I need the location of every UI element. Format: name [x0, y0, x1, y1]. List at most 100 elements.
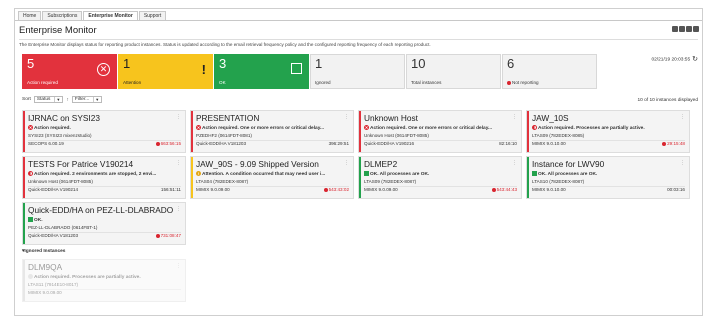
status-color-bar — [359, 111, 361, 152]
refresh-icon[interactable]: ↻ — [692, 56, 698, 63]
instance-name: DLM9QA — [28, 262, 63, 272]
summary-label-text: Attention — [123, 80, 142, 85]
instance-card[interactable]: ⋮ DLMEP2 OK. All processes are OK. LTAS09 (… — [358, 156, 522, 199]
instance-status-text: Action required. One or more errors or c… — [370, 125, 493, 131]
instance-card[interactable]: ⋮ JAW_90S - 9.09 Shipped Version! Attentio… — [190, 156, 354, 199]
summary-label-text: Action required — [27, 80, 58, 85]
red-dot-icon — [507, 80, 511, 85]
instance-card[interactable]: ⋮ DLM9QA Action required. Processes are pa… — [22, 259, 186, 302]
instance-host: Unknown Host (0614FDT-8085) — [364, 133, 429, 138]
elapsed-time: 396:29:51 — [329, 141, 349, 146]
elapsed-time: 29:15:48 — [662, 141, 685, 146]
not-reporting-icon — [662, 141, 667, 146]
instance-status: Action required. 2 environments are stop… — [28, 171, 183, 177]
filter-select-value: Filter... — [74, 97, 90, 102]
instance-status: Action required. Processes are partially… — [532, 125, 687, 131]
tab-support[interactable]: Support — [138, 11, 167, 20]
instance-name: Quick-EDD/HA on PEZ-LL-DLABRADO — [28, 205, 174, 215]
square-icon — [291, 63, 302, 74]
summary-label: Total instances — [411, 80, 441, 85]
warning-icon: ! — [196, 171, 201, 176]
instance-card[interactable]: ⋮ IJRNAC on SYSI23 ✕ Action required. SYSI23… — [22, 110, 186, 153]
ok-status-icon — [364, 171, 369, 176]
summary-label: Ignored — [315, 80, 331, 85]
instance-host: LTAS11 (7914E10-8017) — [28, 282, 79, 287]
inactive-status-icon — [28, 274, 33, 279]
summary-ok[interactable]: 3 OK — [214, 54, 309, 89]
instance-card[interactable]: ⋮ Unknown Host ✕ Action required. One or mo… — [358, 110, 522, 153]
instance-status: Action required. Processes are partially… — [28, 274, 183, 280]
instance-status: OK. All processes are OK. — [364, 171, 519, 177]
instance-version: MIMIX 9.0.10.00 — [532, 141, 566, 146]
partial-status-icon — [28, 171, 33, 176]
summary-ignored[interactable]: 1 Ignored — [310, 54, 405, 89]
instance-status: OK. — [28, 217, 183, 223]
app-frame: Home Subscriptions Enterprise Monitor Suppo… — [14, 8, 703, 316]
summary-label-text: Not reporting — [512, 80, 539, 85]
tab-enterprise-monitor[interactable]: Enterprise Monitor — [83, 11, 138, 20]
summary-not-reporting[interactable]: 6 Not reporting — [502, 54, 597, 89]
summary-action-required[interactable]: 5 Action required ✕ — [22, 54, 117, 89]
summary-label-text: Total instances — [411, 80, 442, 85]
instance-status: ! Attention. A condition occurred that ma… — [196, 171, 351, 177]
status-color-bar — [527, 111, 529, 152]
instance-card[interactable]: ⋮ Instance for LWV90 OK. All processes are… — [526, 156, 690, 199]
filter-select[interactable]: Filter... ▼ — [71, 96, 103, 103]
instance-name: IJRNAC on SYSI23 — [28, 113, 100, 123]
window-controls — [672, 26, 699, 32]
grid-view-icon[interactable] — [672, 26, 678, 32]
chevron-down-icon: ▼ — [93, 97, 100, 102]
instance-status-text: OK. All processes are OK. — [370, 171, 430, 177]
summary-total-instances[interactable]: 10 Total instances — [406, 54, 501, 89]
instance-status: OK. All processes are OK. — [532, 171, 687, 177]
instance-status-text: Attention. A condition occurred that may… — [202, 171, 326, 177]
page-description: The Enterprise Monitor displays status f… — [19, 42, 431, 47]
tab-home[interactable]: Home — [18, 11, 42, 20]
sort-direction-icon[interactable]: ↑ — [66, 97, 69, 103]
summary-count: 3 — [219, 56, 227, 71]
instance-version: Quick-EDD/HA V190214 — [28, 187, 79, 192]
tab-subscriptions[interactable]: Subscriptions — [42, 11, 83, 20]
summary-label-text: Ignored — [315, 80, 331, 85]
instance-status: ✕ Action required. One or more errors or … — [196, 125, 351, 131]
instance-card[interactable]: ⋮ PRESENTATION ✕ Action required. One or mo… — [190, 110, 354, 153]
elapsed-time-text: 00:03:16 — [667, 187, 685, 192]
elapsed-time: 663:56:15 — [155, 141, 181, 146]
summary-attention[interactable]: 1 Attention! — [118, 54, 213, 89]
elapsed-time: 543:44:43 — [491, 187, 517, 192]
elapsed-time-text: 543:43:02 — [328, 187, 349, 192]
instance-card[interactable]: ⋮ Quick-EDD/HA on PEZ-LL-DLABRADO OK. PEZ-L… — [22, 202, 186, 245]
list-view-icon[interactable] — [679, 26, 685, 32]
page-title: Enterprise Monitor — [19, 25, 97, 36]
summary-count: 6 — [507, 56, 515, 71]
elapsed-time: 543:43:02 — [323, 187, 349, 192]
instance-status: ✕ Action required. — [28, 125, 183, 131]
summary-bar: 5 Action required ✕ 1 Attention! 3 OK 1 Ignored 1… — [22, 54, 598, 89]
elapsed-time: 156:51:11 — [161, 187, 181, 192]
elapsed-time: 82:16:10 — [499, 141, 517, 146]
error-icon: ✕ — [28, 125, 33, 130]
help-icon[interactable] — [693, 26, 699, 32]
instance-version: MIMIX 9.0.09.00 — [364, 187, 398, 192]
instance-host: PZEDHF2 (0614FDT-8081) — [196, 133, 252, 138]
instance-host: Unknown Host (0614FDT-8085) — [28, 179, 93, 184]
settings-icon[interactable] — [686, 26, 692, 32]
instance-version: MIMIX 9.0.09.00 — [196, 187, 230, 192]
instance-host: LTAS04 (782EDEX-8087) — [196, 179, 249, 184]
instance-card[interactable]: ⋮ TESTS For Patrice V190214 Action require… — [22, 156, 186, 199]
elapsed-time-text: 82:16:10 — [499, 141, 517, 146]
instance-card[interactable]: ⋮ JAW_10S Action required. Processes are p… — [526, 110, 690, 153]
elapsed-time-text: 29:15:48 — [667, 141, 685, 146]
chevron-down-icon: ▼ — [54, 97, 61, 102]
instance-status-text: OK. All processes are OK. — [538, 171, 598, 177]
error-icon: ✕ — [196, 125, 201, 130]
not-reporting-icon — [491, 187, 496, 192]
elapsed-time: 00:03:16 — [667, 187, 685, 192]
circle-x-icon: ✕ — [97, 63, 110, 76]
ok-status-icon — [28, 217, 33, 222]
ignored-section-toggle[interactable]: ▾Ignored Instances — [22, 249, 65, 254]
status-color-bar — [23, 157, 25, 198]
sort-select[interactable]: Status ▼ — [33, 96, 64, 103]
instance-name: JAW_10S — [532, 113, 569, 123]
status-color-bar — [359, 157, 361, 198]
